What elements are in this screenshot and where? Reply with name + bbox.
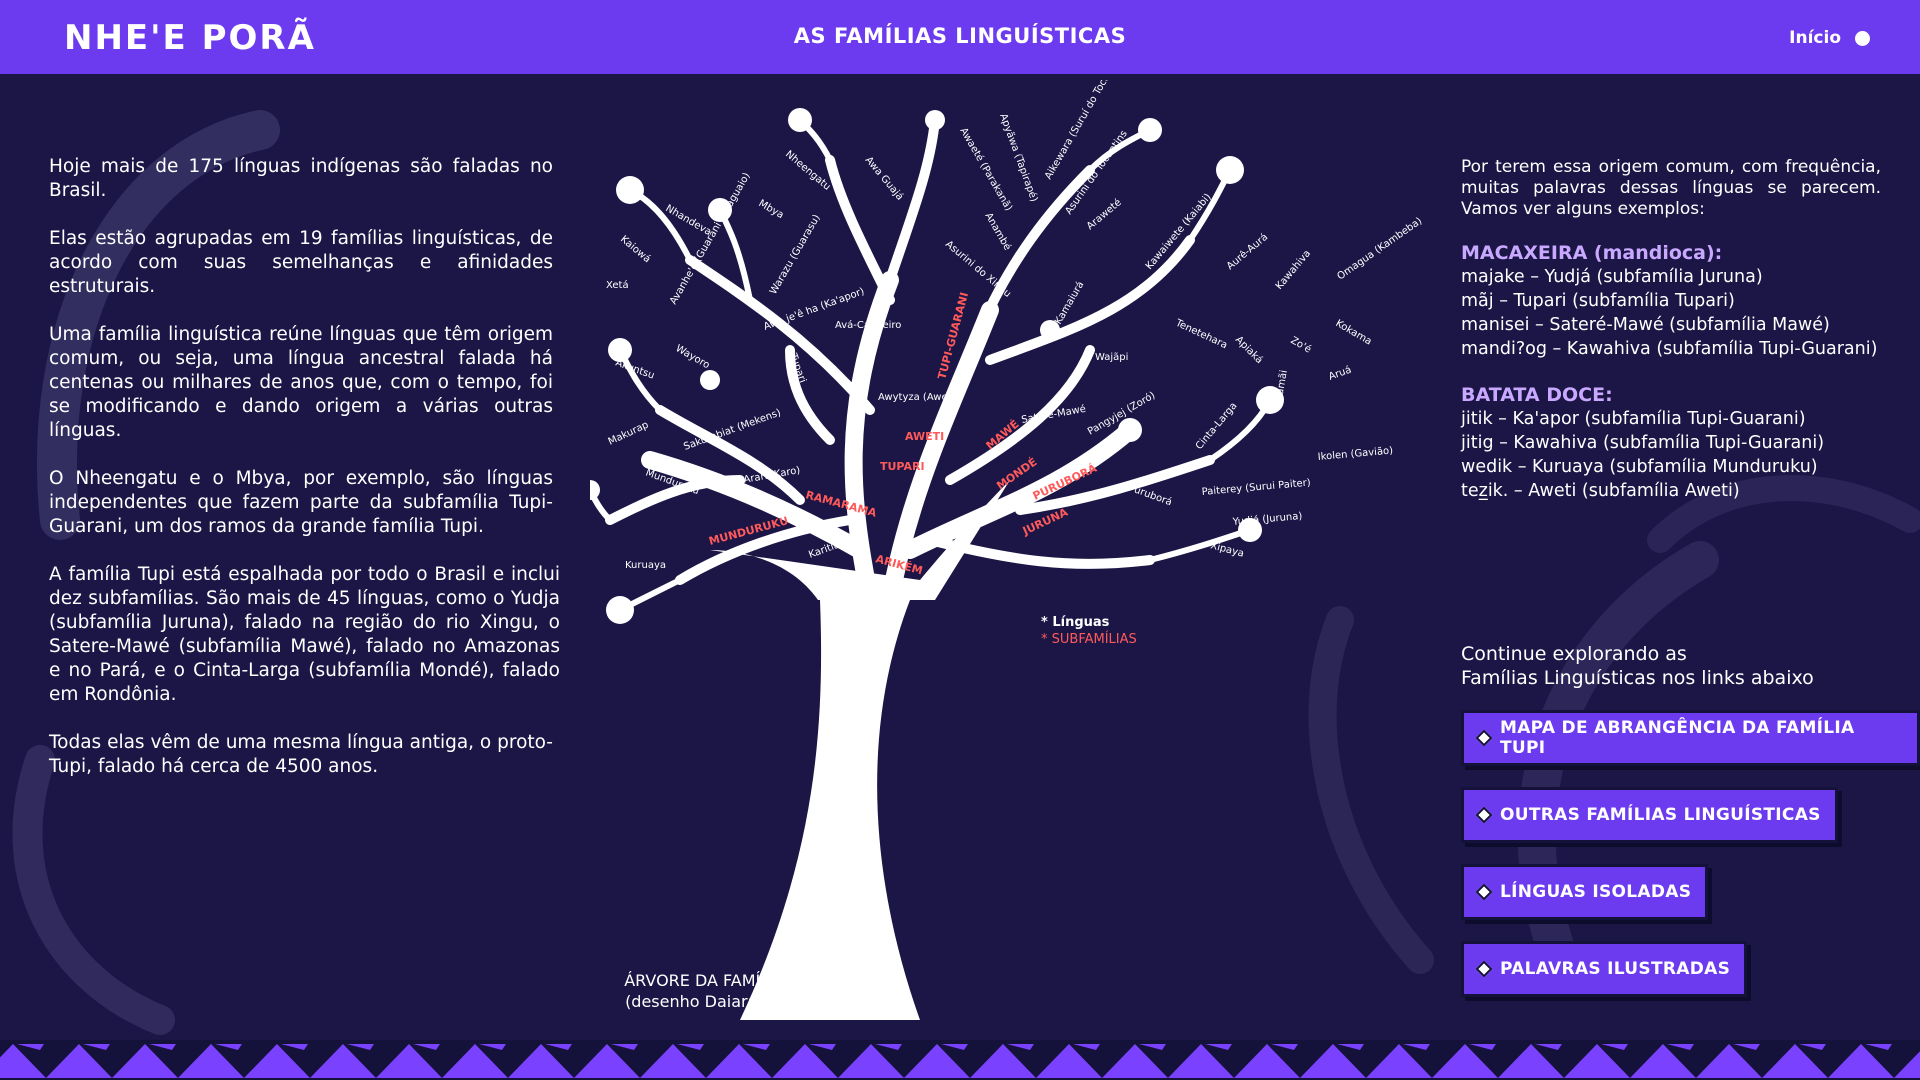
legend-languages: * Línguas <box>1041 615 1110 630</box>
language-label: Omagua (Kambeba) <box>1335 216 1424 283</box>
language-label: Avá-Canoeiro <box>835 319 901 331</box>
example-line: tez̲ik. – Aweti (subfamília Aweti) <box>1461 481 1740 501</box>
example-line: jitig – Kawahiva (subfamília Tupi-Guaran… <box>1461 433 1825 453</box>
language-label: Kokama <box>1334 318 1374 347</box>
continue-line: Famílias Linguísticas nos links abaixo <box>1461 667 1814 689</box>
example-heading: BATATA DOCE: <box>1461 384 1613 406</box>
language-label: Puruborá <box>1127 482 1174 509</box>
language-label: Anambé <box>982 211 1013 253</box>
paragraph: A família Tupi está espalhada por todo o… <box>49 564 560 705</box>
language-label: Salamãi <box>1272 369 1290 410</box>
subfamily-label: RAMARAMA <box>804 488 878 520</box>
example-line: mãj – Tupari (subfamília Tupari) <box>1461 291 1735 311</box>
link-button-illustrated-words[interactable]: PALAVRAS ILUSTRADAS <box>1461 941 1748 997</box>
language-label: Ikolen (Gavião) <box>1317 445 1393 463</box>
home-dot-icon <box>1855 30 1870 46</box>
language-label: Araweté <box>1084 196 1123 232</box>
caption-credit: (desenho Daiara Tukano) <box>625 992 825 1011</box>
language-label: Awa Guajá <box>863 154 906 202</box>
paragraph: Uma família linguística reúne línguas qu… <box>49 324 553 441</box>
language-label: Aurê-Aurá <box>1224 231 1270 272</box>
language-label: Wayoro <box>674 343 712 371</box>
language-label: Paiterey (Surui Paiter) <box>1201 477 1311 497</box>
language-label: Kaiowá <box>618 233 653 265</box>
continue-text: Continue explorando as Famílias Linguíst… <box>1461 642 1814 690</box>
language-label: Aikewara (Suruí do Tocantins) <box>1042 80 1127 182</box>
continue-line: Continue explorando as <box>1461 643 1687 665</box>
tupi-family-tree: TUPI-GUARANI AWETI TUPARI RAMARAMA MUNDU… <box>590 80 1424 1020</box>
link-label: LÍNGUAS ISOLADAS <box>1500 882 1692 902</box>
subfamily-label: TUPARI <box>880 460 925 473</box>
link-label: MAPA DE ABRANGÊNCIA DA FAMÍLIA TUPI <box>1500 718 1855 758</box>
language-label: Yudjá (Juruna) <box>1231 510 1303 528</box>
examples-intro: Por terem essa origem comum, com frequên… <box>1461 157 1881 219</box>
tree-legend: * Línguas * SUBFAMÍLIAS <box>1041 614 1137 648</box>
legend-subfamilies: * SUBFAMÍLIAS <box>1041 632 1137 647</box>
paragraph: Todas elas vêm de uma mesma língua antig… <box>49 732 553 777</box>
language-label: Aruá <box>1327 364 1353 383</box>
language-label: Awytyza (Aweti) <box>878 392 958 403</box>
examples-panel: Por terem essa origem comum, com frequên… <box>1461 157 1881 525</box>
link-button-isolated-languages[interactable]: LÍNGUAS ISOLADAS <box>1461 864 1709 920</box>
link-button-other-families[interactable]: OUTRAS FAMÍLIAS LINGUÍSTICAS <box>1461 787 1838 843</box>
language-label: Kuruaya <box>625 560 666 571</box>
example-line: majake – Yudjá (subfamília Juruna) <box>1461 267 1763 287</box>
link-label: PALAVRAS ILUSTRADAS <box>1500 959 1731 979</box>
link-label: OUTRAS FAMÍLIAS LINGUÍSTICAS <box>1500 805 1821 825</box>
language-label: Makurap <box>607 420 651 448</box>
diamond-icon <box>1475 806 1493 824</box>
paragraph: Hoje mais de 175 línguas indígenas são f… <box>49 156 553 201</box>
diamond-icon <box>1475 960 1493 978</box>
home-link[interactable]: Início <box>1789 28 1870 48</box>
language-label: Zo'é <box>1289 334 1314 355</box>
intro-text: Hoje mais de 175 línguas indígenas são f… <box>49 155 560 803</box>
example-block: MACAXEIRA (mandioca): majake – Yudjá (su… <box>1461 241 1881 361</box>
example-heading: MACAXEIRA (mandioca): <box>1461 242 1723 264</box>
diamond-icon <box>1475 729 1493 747</box>
home-label: Início <box>1789 28 1841 48</box>
language-label: Xetá <box>606 279 629 291</box>
bottom-pattern-band <box>0 1040 1920 1080</box>
triangle-pattern <box>0 1044 1920 1078</box>
example-line: jitik – Ka'apor (subfamília Tupi-Guarani… <box>1461 409 1806 429</box>
paragraph: O Nheengatu e o Mbya, por exemplo, são l… <box>49 468 553 537</box>
tree-caption: ÁRVORE DA FAMÍLIA TUPI (desenho Daiara T… <box>615 970 835 1012</box>
language-label: Kawahiva <box>1274 248 1313 292</box>
language-label: Xipaya <box>1209 540 1245 559</box>
language-label: Warazu (Guarasu) <box>768 213 823 297</box>
example-line: mandi?og – Kawahiva (subfamília Tupi-Gua… <box>1461 339 1878 359</box>
language-label: Mbya <box>757 198 786 221</box>
paragraph: Elas estão agrupadas em 19 famílias ling… <box>49 228 553 297</box>
language-label: Tenetehara <box>1173 317 1229 351</box>
example-block: BATATA DOCE: jitik – Ka'apor (subfamília… <box>1461 383 1881 503</box>
page-title: AS FAMÍLIAS LINGUÍSTICAS <box>793 24 1127 48</box>
diamond-icon <box>1475 883 1493 901</box>
caption-title: ÁRVORE DA FAMÍLIA TUPI <box>624 971 826 990</box>
example-line: manisei – Sateré-Mawé (subfamília Mawé) <box>1461 315 1830 335</box>
link-button-tupi-map[interactable]: MAPA DE ABRANGÊNCIA DA FAMÍLIA TUPI <box>1461 710 1920 766</box>
subfamily-label: AWETI <box>905 430 944 443</box>
top-bar: NHE'E PORÃ AS FAMÍLIAS LINGUÍSTICAS Iníc… <box>0 0 1920 74</box>
language-label: Wajãpi <box>1095 352 1128 363</box>
language-label: Apiaká <box>1233 334 1265 366</box>
example-line: wedik – Kuruaya (subfamília Munduruku) <box>1461 457 1818 477</box>
